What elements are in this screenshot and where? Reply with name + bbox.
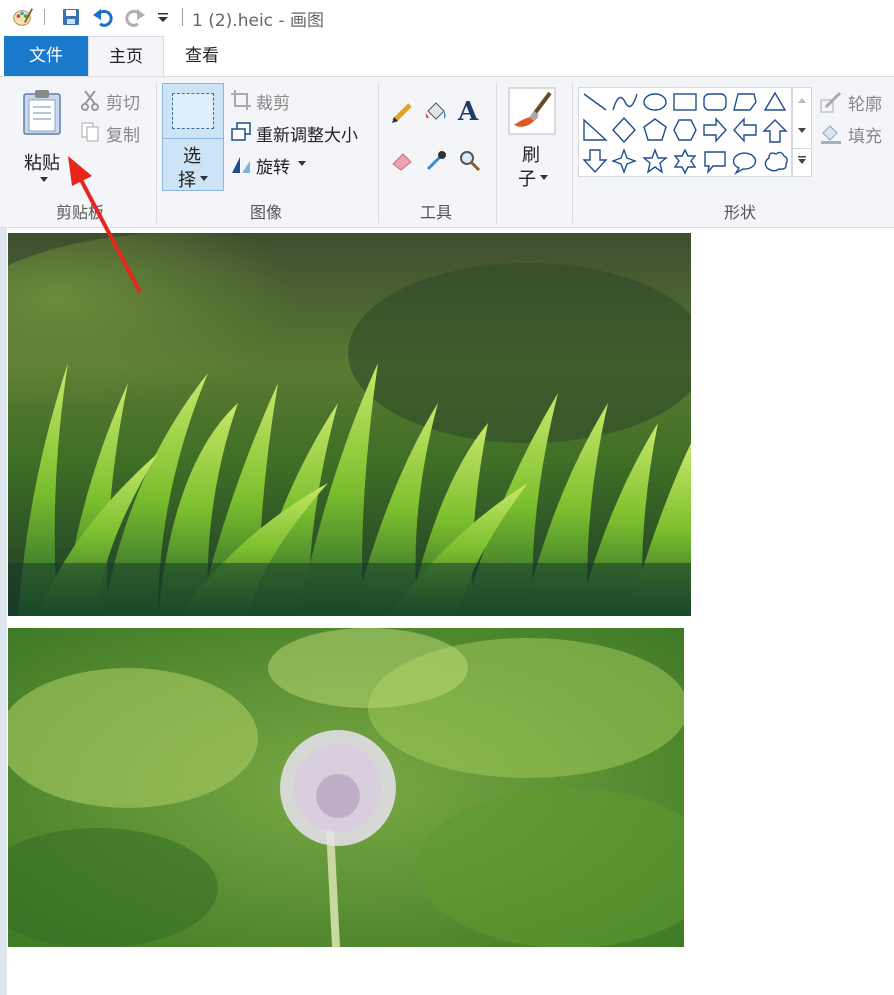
select-dropdown-icon [200,176,208,181]
rounded-callout-shape-icon [704,151,726,175]
brushes-button[interactable]: 刷 子 [504,85,560,193]
tab-home[interactable]: 主页 [88,36,164,76]
oval-callout-shape-icon [732,152,757,175]
paint-app-icon[interactable] [12,6,34,28]
scroll-down-icon[interactable] [798,128,806,134]
fill-button[interactable]: 填充 [820,121,894,147]
rotate-dropdown-icon [298,161,306,166]
pentagon-shape-icon [643,118,667,141]
down-arrow-shape-icon [582,149,608,174]
shapes-group-label: 形状 [723,203,756,222]
paste-label: 粘贴 [24,153,60,174]
copy-button[interactable]: 复制 [78,119,148,146]
image-group-label: 图像 [249,203,282,222]
cloud-callout-shape-icon [764,151,788,172]
curve-shape-icon [612,93,638,111]
magnifier-icon[interactable] [458,149,482,173]
rounded-rectangle-shape-icon [703,93,727,111]
group-divider [572,83,573,223]
tab-file[interactable]: 文件 [4,36,88,76]
pencil-icon[interactable] [390,101,414,125]
scroll-divider [793,148,811,149]
select-button[interactable]: 选 择 [162,83,224,191]
outline-button[interactable]: 轮廓 [820,89,894,115]
paste-icon [23,90,61,135]
fill-bucket-icon[interactable] [424,101,448,125]
paste-dropdown-icon [40,177,48,182]
rotate-icon [232,157,250,173]
save-icon[interactable] [60,6,82,28]
brushes-label-1: 刷 [522,145,540,166]
cut-button[interactable]: 剪切 [78,87,148,114]
qa-divider [44,9,45,25]
customize-quick-access-icon[interactable] [152,6,174,28]
copy-label: 复制 [106,126,140,146]
title-divider [182,8,183,26]
five-point-star-shape-icon [642,148,668,174]
canvas-left-edge [0,228,7,995]
crop-icon [231,90,251,110]
brushes-label-2: 子 [518,169,536,190]
select-icon [172,93,214,129]
rotate-label: 旋转 [256,158,290,178]
tools-group-label: 工具 [419,203,452,222]
resize-label: 重新调整大小 [256,126,358,146]
group-divider [496,83,497,223]
fill-icon [821,125,841,144]
right-triangle-shape-icon [583,118,608,141]
select-split-line [163,138,223,139]
outline-icon [820,91,842,113]
hexagon-shape-icon [673,119,697,141]
resize-button[interactable]: 重新调整大小 [228,119,368,146]
cut-label: 剪切 [106,94,140,114]
select-label-2: 择 [178,170,196,191]
shapes-gallery [578,87,792,177]
fill-label: 填充 [848,127,882,147]
group-divider [378,83,379,223]
rotate-button[interactable]: 旋转 [228,151,318,178]
scissors-icon [81,90,99,111]
ribbon-tabs: 文件 主页 查看 [0,36,894,76]
line-shape-icon [583,93,607,111]
group-divider [156,83,157,223]
up-arrow-shape-icon [762,119,788,143]
window-title: 1 (2).heic - 画图 [192,11,324,31]
copy-icon [81,122,99,142]
right-arrow-shape-icon [703,117,727,143]
oval-shape-icon [643,93,667,111]
polygon-shape-icon [733,93,757,111]
triangle-shape-icon [763,91,787,111]
crop-button[interactable]: 裁剪 [228,87,338,114]
left-arrow-shape-icon [733,117,757,143]
resize-icon [231,122,251,141]
shapes-grid [582,91,788,175]
title-bar: 1 (2).heic - 画图 [0,0,894,36]
rectangle-shape-icon [673,93,697,111]
shapes-more-icon[interactable] [798,156,806,165]
red-annotation-arrow [68,156,142,293]
brush-icon [508,87,556,135]
eraser-icon[interactable] [390,149,414,173]
diamond-shape-icon [612,116,636,144]
undo-icon[interactable] [92,6,114,28]
color-picker-icon[interactable] [424,149,448,173]
dandelion-photo[interactable] [8,628,684,947]
brushes-dropdown-icon [540,175,548,180]
outline-label: 轮廓 [848,95,882,115]
tab-view[interactable]: 查看 [164,36,240,76]
redo-icon[interactable] [124,6,146,28]
scroll-up-icon[interactable] [798,98,806,104]
text-tool-icon[interactable]: A [458,97,478,127]
crop-label: 裁剪 [256,94,290,114]
shapes-scrollbar[interactable] [792,87,812,177]
six-point-star-shape-icon [673,148,697,175]
four-point-star-shape-icon [611,148,637,174]
select-label-1: 选 [183,146,201,167]
